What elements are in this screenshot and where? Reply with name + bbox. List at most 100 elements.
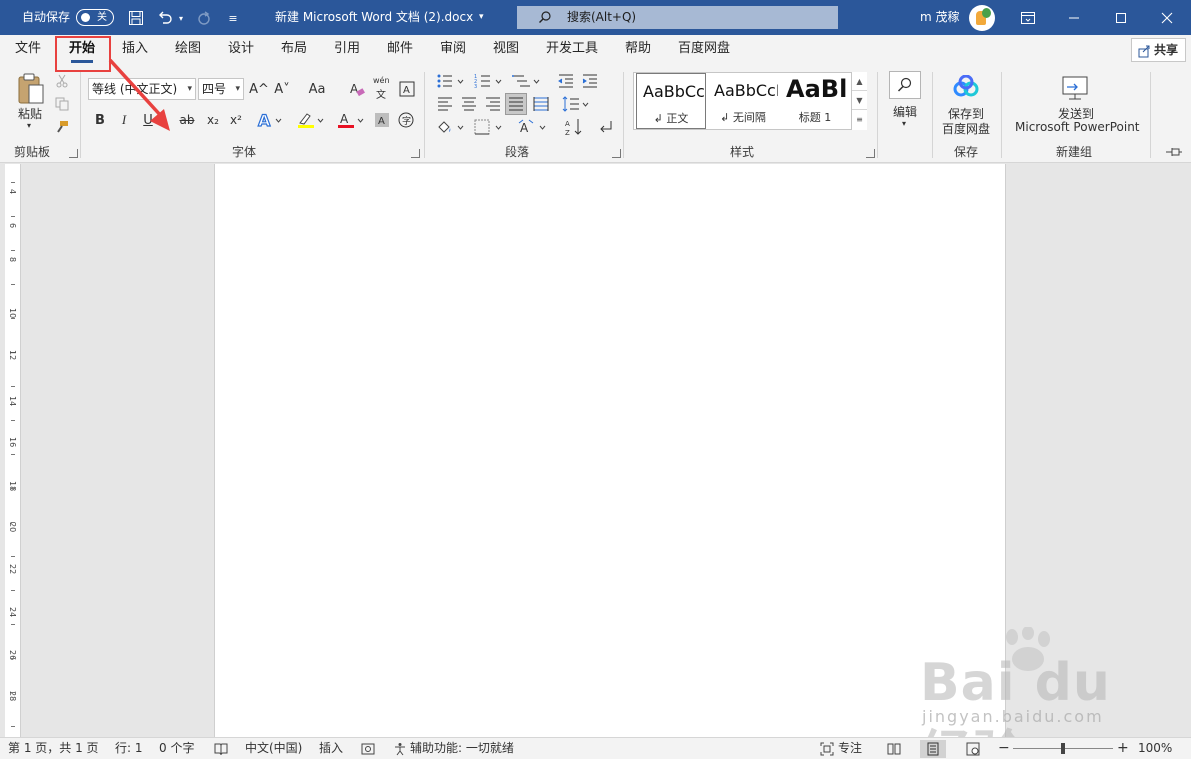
show-marks-icon[interactable] [594,116,616,138]
italic-button[interactable]: I [114,109,134,131]
insert-mode[interactable]: 插入 [319,738,343,759]
ribbon-display-icon[interactable] [1019,9,1037,27]
style-heading-1[interactable]: AaBl 标题 1 [780,73,850,129]
gallery-more-icon[interactable]: ≡ [852,110,867,129]
tab-design[interactable]: 设计 [228,35,254,65]
paste-label[interactable]: 粘贴 [18,105,42,122]
bullets-icon[interactable] [435,70,467,92]
share-button[interactable]: 共享 [1131,38,1186,62]
title-dropdown-icon[interactable]: ▾ [479,0,484,35]
customize-qat-icon[interactable]: ≡ [224,8,242,28]
superscript-button[interactable]: x² [226,109,246,131]
line-number[interactable]: 行: 1 [115,738,143,759]
scroll-up-icon[interactable]: ▲ [852,72,867,91]
send-to-label-2[interactable]: Microsoft PowerPoint [1015,120,1140,134]
font-launcher-icon[interactable] [411,149,420,158]
pin-ribbon-icon[interactable] [1164,145,1184,159]
language[interactable]: 中文(中国) [245,738,302,759]
tab-layout[interactable]: 布局 [281,35,307,65]
font-name-select[interactable]: 等线 (中文正文) ▾ [88,78,196,100]
styles-gallery-scroll[interactable]: ▲ ▼ ≡ [851,72,867,130]
save-icon[interactable] [126,8,146,28]
zoom-in-button[interactable]: + [1117,738,1129,759]
sort-icon[interactable]: AZ [563,116,585,138]
zoom-level[interactable]: 100% [1138,738,1172,759]
character-shading-icon[interactable]: A [372,109,392,131]
save-to-label-2[interactable]: 百度网盘 [942,120,990,137]
close-icon[interactable] [1158,9,1176,27]
highlight-color-icon[interactable] [294,109,328,131]
copy-icon[interactable] [53,95,71,113]
style-normal[interactable]: AaBbCcI ↲ 正文 [636,73,706,129]
tab-draw[interactable]: 绘图 [175,35,201,65]
user-name[interactable]: m 茂稼 [920,0,960,35]
undo-icon[interactable] [155,8,175,28]
font-color-icon[interactable]: A [334,109,368,131]
paragraph-launcher-icon[interactable] [612,149,621,158]
web-layout-icon[interactable] [960,740,986,758]
vertical-scrollbar[interactable] [1177,164,1191,737]
undo-dropdown-icon[interactable]: ▾ [176,8,186,28]
paste-icon[interactable] [14,72,48,106]
document-page[interactable] [214,164,1006,737]
document-title[interactable]: 新建 Microsoft Word 文档 (2).docx [275,0,473,35]
format-painter-icon[interactable] [53,118,71,136]
tab-review[interactable]: 审阅 [440,35,466,65]
tab-developer[interactable]: 开发工具 [546,35,598,65]
paste-dropdown-icon[interactable]: ▾ [27,121,31,130]
send-to-powerpoint-icon[interactable] [1059,74,1091,102]
tab-insert[interactable]: 插入 [122,35,148,65]
read-mode-icon[interactable] [881,740,907,758]
scroll-down-icon[interactable]: ▼ [852,91,867,110]
tab-mailings[interactable]: 邮件 [387,35,413,65]
editing-dropdown-icon[interactable]: ▾ [902,119,906,128]
asian-layout-icon[interactable]: A [517,116,549,138]
tab-view[interactable]: 视图 [493,35,519,65]
tab-baidu-netdisk[interactable]: 百度网盘 [678,35,730,65]
align-right-icon[interactable] [483,93,503,115]
autosave-toggle[interactable]: 关 [76,9,114,26]
focus-icon[interactable] [820,742,834,756]
subscript-button[interactable]: x₂ [203,109,223,131]
style-no-spacing[interactable]: AaBbCcI ↲ 无间隔 [708,73,778,129]
character-border-icon[interactable]: A [397,78,417,100]
enclose-characters-icon[interactable]: 字 [396,109,416,131]
word-count[interactable]: 0 个字 [159,738,194,759]
decrease-indent-icon[interactable] [556,70,576,92]
change-case-icon[interactable]: Aa [302,78,332,100]
bold-button[interactable]: B [90,109,110,131]
tab-references[interactable]: 引用 [334,35,360,65]
phonetic-guide-icon[interactable]: wén 文 [373,76,393,102]
shrink-font-icon[interactable]: A˅ [272,78,292,100]
multilevel-list-icon[interactable] [511,70,543,92]
accessibility-icon[interactable] [393,742,407,756]
tab-help[interactable]: 帮助 [625,35,651,65]
page-count[interactable]: 第 1 页，共 1 页 [8,738,99,759]
print-layout-icon[interactable] [920,740,946,758]
search-box[interactable]: 搜索(Alt+Q) [517,6,838,29]
tab-file[interactable]: 文件 [15,35,41,65]
align-left-icon[interactable] [435,93,455,115]
font-size-select[interactable]: 四号 ▾ [198,78,244,100]
numbering-icon[interactable]: 123 [473,70,505,92]
distributed-icon[interactable] [531,93,551,115]
strikethrough-button[interactable]: ab [176,109,198,131]
redo-icon[interactable] [194,8,214,28]
editing-label[interactable]: 编辑 [893,103,917,120]
zoom-out-button[interactable]: − [998,738,1010,759]
grow-font-icon[interactable]: A^ [249,78,269,100]
styles-launcher-icon[interactable] [866,149,875,158]
maximize-icon[interactable] [1112,9,1130,27]
accessibility-status[interactable]: 辅助功能: 一切就绪 [410,738,514,759]
proofing-icon[interactable] [214,742,228,756]
increase-indent-icon[interactable] [580,70,600,92]
clipboard-launcher-icon[interactable] [69,149,78,158]
find-icon[interactable] [889,71,921,99]
zoom-slider-thumb[interactable] [1061,743,1065,754]
macro-icon[interactable] [361,742,375,756]
justify-icon[interactable] [505,93,527,115]
baidu-netdisk-icon[interactable] [950,74,982,100]
underline-button[interactable]: U [138,109,158,131]
focus-label[interactable]: 专注 [838,738,862,759]
borders-icon[interactable] [473,116,505,138]
